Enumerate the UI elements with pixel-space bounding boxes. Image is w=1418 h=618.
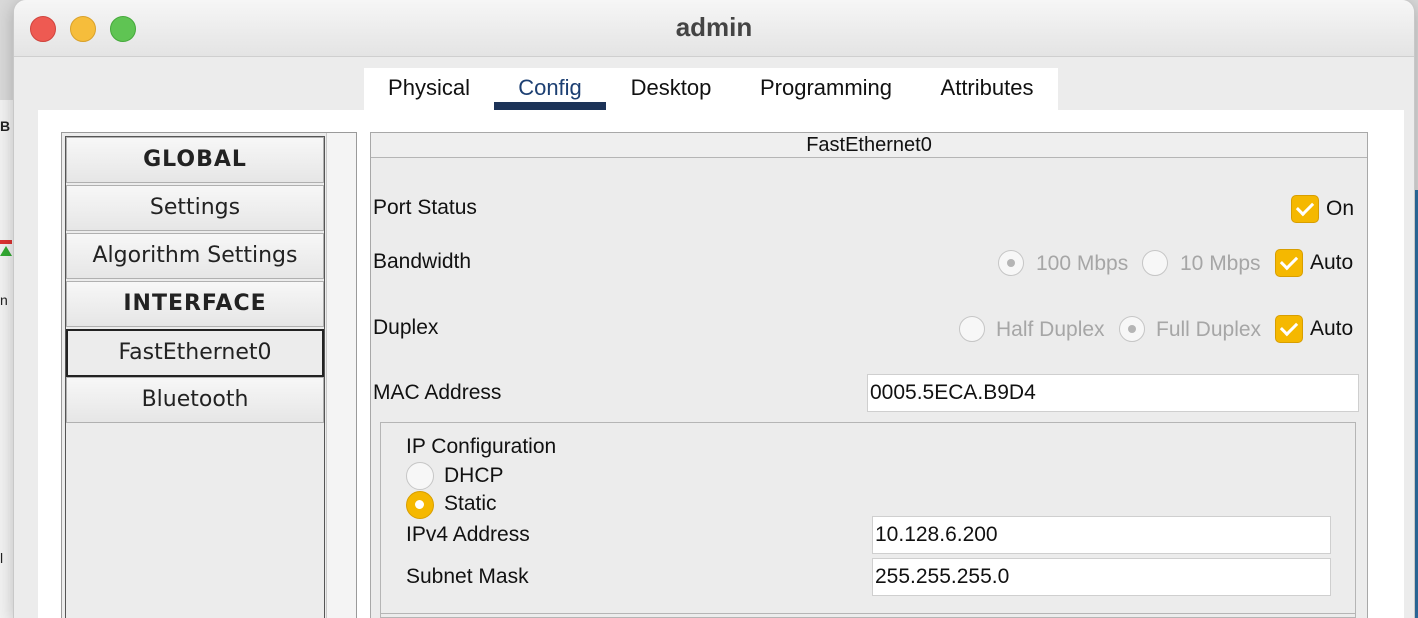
port-status-on-label: On	[1326, 197, 1355, 220]
tab-programming[interactable]: Programming	[736, 68, 916, 110]
duplex-half-radio[interactable]	[959, 316, 985, 342]
sidebar-header-interface: INTERFACE	[66, 281, 324, 327]
bandwidth-auto-label: Auto	[1310, 251, 1354, 274]
port-status-label: Port Status	[373, 196, 477, 219]
tab-config[interactable]: Config	[494, 68, 606, 110]
tab-bar: Physical Config Desktop Programming Attr…	[364, 68, 1058, 110]
ipv4-address-field[interactable]: 10.128.6.200	[872, 516, 1331, 554]
bandwidth-label: Bandwidth	[373, 250, 472, 273]
title-bar: admin	[14, 0, 1414, 57]
background-fragment	[0, 240, 12, 244]
bandwidth-10-radio[interactable]	[1142, 250, 1168, 276]
group-divider	[381, 613, 1355, 614]
ip-config-title: IP Configuration	[406, 435, 557, 458]
duplex-half-label: Half Duplex	[996, 318, 1105, 341]
port-status-checkbox[interactable]	[1291, 195, 1319, 223]
background-fragment: n	[0, 292, 8, 308]
sidebar-item-settings[interactable]: Settings	[66, 185, 324, 231]
mac-address-field[interactable]: 0005.5ECA.B9D4	[867, 374, 1359, 412]
sidebar-item-bluetooth[interactable]: Bluetooth	[66, 377, 324, 423]
interface-title: FastEthernet0	[371, 133, 1367, 158]
ipv4-address-label: IPv4 Address	[406, 523, 530, 546]
sidebar-item-fastethernet0[interactable]: FastEthernet0	[66, 329, 324, 377]
subnet-mask-label: Subnet Mask	[406, 565, 529, 588]
ip-configuration-group: IP Configuration DHCP Static IPv4 Addres…	[380, 422, 1356, 618]
tab-attributes[interactable]: Attributes	[916, 68, 1058, 110]
window-title: admin	[675, 12, 753, 42]
static-label: Static	[444, 492, 497, 515]
config-sidebar: GLOBAL Settings Algorithm Settings INTER…	[61, 132, 357, 618]
bandwidth-10-label: 10 Mbps	[1180, 252, 1261, 275]
background-fragment: B	[0, 118, 11, 134]
duplex-full-radio[interactable]	[1119, 316, 1145, 342]
sidebar-list: GLOBAL Settings Algorithm Settings INTER…	[65, 136, 325, 618]
dhcp-label: DHCP	[444, 464, 504, 487]
subnet-mask-field[interactable]: 255.255.255.0	[872, 558, 1331, 596]
duplex-full-label: Full Duplex	[1156, 318, 1262, 341]
bandwidth-100-label: 100 Mbps	[1036, 252, 1129, 275]
tab-desktop[interactable]: Desktop	[606, 68, 736, 110]
tab-physical[interactable]: Physical	[364, 68, 494, 110]
sidebar-item-algorithm-settings[interactable]: Algorithm Settings	[66, 233, 324, 279]
background-window-left: B n l	[0, 100, 15, 618]
bandwidth-auto-checkbox[interactable]	[1275, 249, 1303, 277]
sidebar-header-global: GLOBAL	[66, 137, 324, 183]
duplex-auto-label: Auto	[1310, 317, 1354, 340]
duplex-auto-checkbox[interactable]	[1275, 315, 1303, 343]
mac-address-label: MAC Address	[373, 381, 502, 404]
dhcp-radio[interactable]	[406, 462, 434, 490]
sidebar-scrollbar[interactable]	[326, 133, 356, 618]
background-fragment: l	[0, 550, 4, 566]
static-radio[interactable]	[406, 491, 434, 519]
device-window: admin Physical Config Desktop Programmin…	[14, 0, 1414, 618]
bandwidth-100-radio[interactable]	[998, 250, 1024, 276]
duplex-label: Duplex	[373, 316, 439, 339]
background-fragment	[0, 246, 12, 256]
